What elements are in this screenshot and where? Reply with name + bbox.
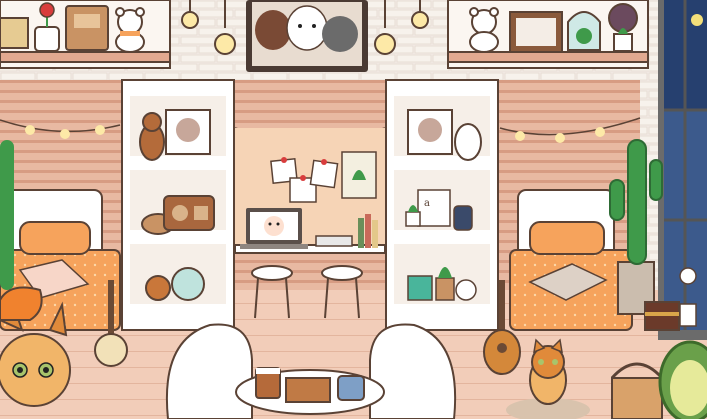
coffee-cup-icon[interactable] [255,367,281,399]
plant-icon[interactable] [608,3,638,52]
wooden-box-icon[interactable] [285,377,331,403]
plant-icon[interactable] [0,140,14,290]
radio-icon[interactable] [163,195,215,231]
bear-plush-icon[interactable] [139,112,165,161]
avocado-icon[interactable] [658,340,707,419]
treasure-chest-icon[interactable] [644,301,680,331]
reindeer-plush-icon[interactable] [145,275,171,301]
bedroom-scene: a [0,0,707,419]
picture-frame-icon[interactable] [509,11,563,53]
potion-bottle-icon[interactable] [453,205,473,231]
cat-icon[interactable] [529,338,567,405]
note-text: a [424,198,430,209]
tv-screen[interactable] [246,0,368,72]
teddy-bear-icon[interactable] [115,7,145,53]
hanging-scroll [341,151,377,199]
terrarium-icon[interactable] [567,11,601,51]
night-window [658,0,707,340]
laptop[interactable] [240,208,308,249]
jewelry-box-icon[interactable] [407,275,433,301]
orange-hat-icon[interactable] [0,286,43,321]
portrait-frame[interactable] [165,109,211,155]
teddy-bear-icon[interactable] [469,7,499,53]
mouse-plush-icon[interactable] [454,123,482,161]
cat-figurine-icon[interactable] [455,279,477,301]
note-card[interactable]: a [417,189,451,227]
scene-canvas: a [0,0,707,419]
mug-icon[interactable] [337,375,365,401]
portrait-frame[interactable] [407,109,453,155]
globe-icon[interactable] [171,267,205,301]
